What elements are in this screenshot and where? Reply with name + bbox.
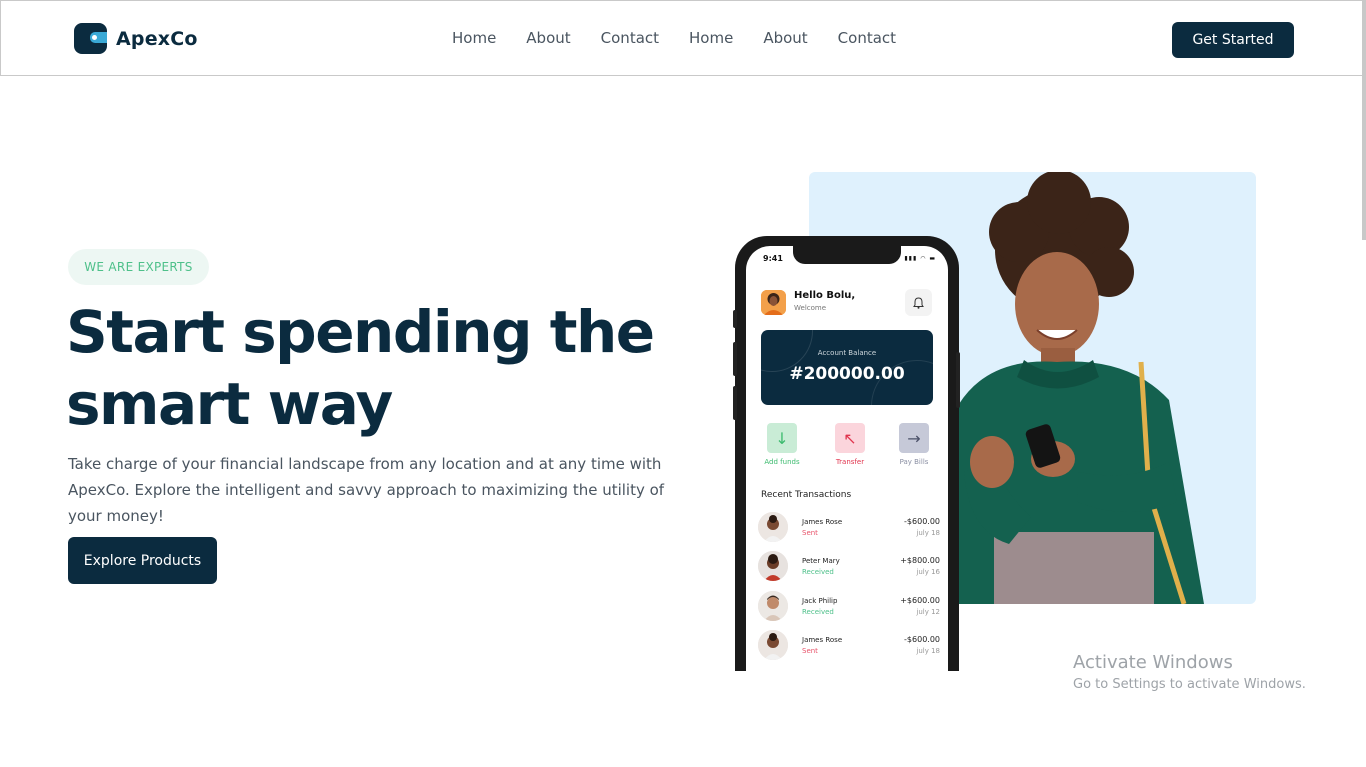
arrow-up-left-icon: ↖ xyxy=(835,423,865,453)
transaction-amount: -$600.00 xyxy=(904,517,940,526)
pay-bills-action[interactable]: → Pay Bills xyxy=(890,423,938,466)
transaction-status: Received xyxy=(802,608,834,616)
phone-notch xyxy=(793,246,901,264)
transaction-amount: +$600.00 xyxy=(900,596,940,605)
transfer-label: Transfer xyxy=(835,458,865,466)
greeting-text: Hello Bolu, xyxy=(794,290,856,301)
brand-name: ApexCo xyxy=(116,27,198,50)
hero-title-line1: Start spending the xyxy=(66,298,655,366)
transfer-action[interactable]: ↖ Transfer xyxy=(826,423,874,466)
welcome-text: Welcome xyxy=(794,304,827,312)
transaction-name: James Rose xyxy=(802,518,843,526)
arrow-down-icon: ↓ xyxy=(767,423,797,453)
transaction-date: july 18 xyxy=(916,647,940,655)
wallet-logo-icon xyxy=(74,23,107,54)
hero-title-line2: smart way xyxy=(66,370,393,438)
transaction-date: july 18 xyxy=(916,529,940,537)
hero-title: Start spending the smart way xyxy=(66,296,686,440)
main-nav: Home About Contact Home About Contact xyxy=(452,29,926,47)
nav-home[interactable]: Home xyxy=(452,29,496,47)
transaction-status: Received xyxy=(802,568,834,576)
activate-windows-subtitle: Go to Settings to activate Windows. xyxy=(1073,677,1306,692)
explore-products-button[interactable]: Explore Products xyxy=(68,537,217,584)
balance-value: #200000.00 xyxy=(789,364,905,384)
site-header: ApexCo Home About Contact Home About Con… xyxy=(0,0,1366,76)
phone-power-button xyxy=(956,352,960,408)
nav-contact[interactable]: Contact xyxy=(601,29,659,47)
account-balance-card[interactable]: Account Balance #200000.00 xyxy=(761,330,933,405)
transaction-date: july 12 xyxy=(916,608,940,616)
nav-contact-2[interactable]: Contact xyxy=(838,29,896,47)
user-avatar[interactable] xyxy=(761,290,786,315)
transaction-row[interactable]: Peter Mary Received +$800.00 july 16 xyxy=(758,551,940,583)
transaction-row[interactable]: James Rose Sent -$600.00 july 18 xyxy=(758,512,940,544)
notification-bell-icon[interactable] xyxy=(905,289,932,316)
transaction-amount: -$600.00 xyxy=(904,635,940,644)
transaction-name: Jack Philip xyxy=(802,597,838,605)
brand-logo[interactable]: ApexCo xyxy=(74,23,198,54)
phone-screen: 9:41 ▮▮▮ ◠ ▬ Hello Bolu, Welcome Account… xyxy=(746,246,948,671)
page-scrollbar[interactable] xyxy=(1362,0,1366,240)
add-funds-action[interactable]: ↓ Add funds xyxy=(758,423,806,466)
transaction-date: july 16 xyxy=(916,568,940,576)
transaction-name: James Rose xyxy=(802,636,843,644)
transaction-row[interactable]: James Rose Sent -$600.00 july 18 xyxy=(758,630,940,662)
avatar xyxy=(758,512,788,542)
activate-windows-title: Activate Windows xyxy=(1073,652,1233,673)
avatar xyxy=(758,630,788,660)
phone-side-button xyxy=(733,386,737,420)
get-started-button[interactable]: Get Started xyxy=(1172,22,1294,58)
transaction-status: Sent xyxy=(802,529,818,537)
avatar xyxy=(758,591,788,621)
bell-icon xyxy=(913,296,924,309)
transaction-name: Peter Mary xyxy=(802,557,840,565)
balance-label: Account Balance xyxy=(817,349,877,357)
transaction-row[interactable]: Jack Philip Received +$600.00 july 12 xyxy=(758,591,940,623)
arrow-right-icon: → xyxy=(899,423,929,453)
transaction-amount: +$800.00 xyxy=(900,556,940,565)
pay-bills-label: Pay Bills xyxy=(899,458,929,466)
recent-transactions-title: Recent Transactions xyxy=(761,490,852,500)
hero-description: Take charge of your financial landscape … xyxy=(68,455,665,525)
transaction-status: Sent xyxy=(802,647,818,655)
status-time: 9:41 xyxy=(763,254,783,263)
phone-side-button xyxy=(733,310,737,328)
signal-wifi-battery-icon: ▮▮▮ ◠ ▬ xyxy=(904,255,936,262)
avatar xyxy=(758,551,788,581)
add-funds-label: Add funds xyxy=(764,458,800,466)
nav-home-2[interactable]: Home xyxy=(689,29,733,47)
nav-about-2[interactable]: About xyxy=(763,29,807,47)
experts-badge: WE ARE EXPERTS xyxy=(68,249,209,285)
nav-about[interactable]: About xyxy=(526,29,570,47)
user-avatar-icon xyxy=(761,290,786,315)
phone-side-button xyxy=(733,342,737,376)
